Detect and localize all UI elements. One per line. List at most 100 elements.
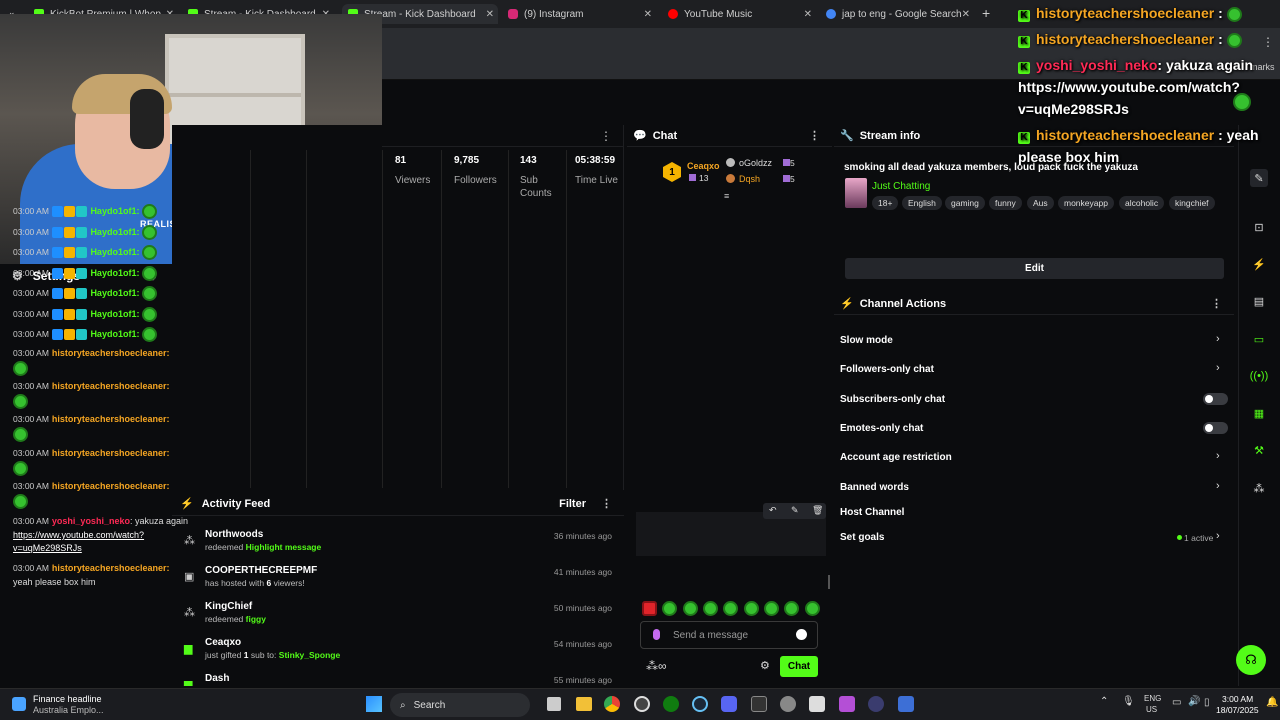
leader-2-name[interactable]: oGoldzz xyxy=(739,158,772,168)
emote-icon[interactable] xyxy=(723,601,739,617)
followers-only-item[interactable]: Followers-only chat xyxy=(840,364,934,375)
close-tab-icon[interactable]: ✕ xyxy=(804,9,812,20)
chevron-right-icon[interactable]: › xyxy=(1216,480,1220,492)
chat-username[interactable]: historyteachershoecleaner: xyxy=(52,381,170,391)
stats-menu-icon[interactable]: ⋮ xyxy=(600,129,612,143)
chat-username[interactable]: yoshi_yoshi_neko xyxy=(52,516,130,526)
chat-scrollbar[interactable] xyxy=(828,575,830,589)
tray-chevron-icon[interactable]: ⌃ xyxy=(1100,696,1108,707)
chat-username[interactable]: historyteachershoecleaner: xyxy=(52,563,170,573)
emotes-only-toggle[interactable] xyxy=(1203,422,1228,434)
discord-icon[interactable] xyxy=(721,696,737,712)
chat-icon[interactable]: ▭ xyxy=(1250,330,1268,348)
chevron-right-icon[interactable]: › xyxy=(1216,362,1220,374)
wrench-icon[interactable]: ⚒ xyxy=(1250,441,1268,459)
chevron-right-icon[interactable]: › xyxy=(1216,450,1220,462)
chrome-icon[interactable] xyxy=(604,696,620,712)
chat-link[interactable]: v=uqMe298SRJs xyxy=(13,543,82,553)
weather-icon[interactable] xyxy=(12,697,26,711)
category-link[interactable]: Just Chatting xyxy=(872,181,930,192)
emoji-icon[interactable] xyxy=(796,629,807,640)
chevron-right-icon[interactable]: › xyxy=(1216,530,1220,542)
app-icon[interactable] xyxy=(751,696,767,712)
emote-icon[interactable] xyxy=(662,601,678,617)
clock-time[interactable]: 3:00 AM xyxy=(1222,694,1253,704)
lang-primary[interactable]: ENG xyxy=(1144,694,1161,703)
edit-stream-button[interactable]: Edit xyxy=(845,258,1224,279)
close-tab-icon[interactable]: ✕ xyxy=(486,9,494,20)
tab-instagram[interactable]: (9) Instagram ✕ xyxy=(502,4,656,24)
tools-icon[interactable]: ⁂ xyxy=(1250,479,1268,497)
chat-menu-icon[interactable]: ⋮ xyxy=(809,129,820,142)
chat-username[interactable]: historyteachershoecleaner: xyxy=(52,448,170,458)
chat-message-input[interactable]: Send a message xyxy=(640,621,818,649)
more-menu-icon[interactable]: ⋮ xyxy=(1262,35,1274,49)
emote-icon[interactable] xyxy=(784,601,800,617)
app-icon[interactable] xyxy=(809,696,825,712)
notification-icon[interactable]: 🔔 xyxy=(1266,697,1278,708)
bolt-icon[interactable]: ⚡ xyxy=(1250,255,1268,273)
network-icon[interactable]: ▭ xyxy=(1172,697,1181,708)
pencil-icon[interactable]: ✎ xyxy=(1250,169,1268,187)
filter-button[interactable]: Filter xyxy=(559,498,586,510)
emote-icon[interactable] xyxy=(764,601,780,617)
reply-icon[interactable]: ↶ xyxy=(769,505,777,516)
slow-mode-item[interactable]: Slow mode xyxy=(840,335,893,346)
camera-icon[interactable]: ⊡ xyxy=(1250,218,1268,236)
xbox-icon[interactable] xyxy=(663,696,679,712)
emote-icon[interactable] xyxy=(642,601,657,617)
activity-user[interactable]: Dash xyxy=(205,673,229,684)
close-tab-icon[interactable]: ✕ xyxy=(962,9,970,20)
host-channel-item[interactable]: Host Channel xyxy=(840,507,904,518)
app-icon[interactable] xyxy=(868,696,884,712)
scroll-chevron-icon[interactable]: ≡ xyxy=(724,191,729,201)
news-title[interactable]: Finance headline xyxy=(33,694,102,704)
activity-user[interactable]: Ceaqxo xyxy=(205,637,241,648)
chat-username[interactable]: Haydo1of1: xyxy=(90,309,139,319)
chat-link[interactable]: https://www.youtube.com/watch? xyxy=(13,530,144,540)
leader-3-name[interactable]: Dqsh xyxy=(739,174,760,184)
task-view-icon[interactable] xyxy=(547,697,561,711)
chat-username[interactable]: Haydo1of1: xyxy=(90,268,139,278)
new-tab-icon[interactable]: + xyxy=(982,5,990,21)
banned-words-item[interactable]: Banned words xyxy=(840,482,909,493)
microphone-tray-icon[interactable]: 🎙 xyxy=(1122,696,1135,707)
start-windows-icon[interactable] xyxy=(366,696,382,712)
stack-icon[interactable]: ▦ xyxy=(1250,404,1268,422)
app-icon[interactable] xyxy=(898,696,914,712)
tab-google-search[interactable]: jap to eng - Google Search ✕ xyxy=(820,4,974,24)
send-chat-button[interactable]: Chat xyxy=(780,656,818,677)
activity-user[interactable]: Northwoods xyxy=(205,529,263,540)
broadcast-icon[interactable]: ((•)) xyxy=(1250,367,1269,385)
chat-username[interactable]: Haydo1of1: xyxy=(90,329,139,339)
chat-settings-gear-icon[interactable]: ⚙ xyxy=(760,659,770,672)
taskbar-search[interactable]: ⌕ Search xyxy=(390,693,530,717)
document-icon[interactable]: ▤ xyxy=(1250,292,1268,310)
microphone-icon[interactable] xyxy=(653,629,660,640)
close-tab-icon[interactable]: ✕ xyxy=(644,9,652,20)
chat-username[interactable]: historyteachershoecleaner: xyxy=(52,414,170,424)
set-goals-item[interactable]: Set goals xyxy=(840,532,884,543)
obs-icon[interactable] xyxy=(634,696,650,712)
battery-icon[interactable]: ▯ xyxy=(1204,697,1210,708)
chat-tools-icon[interactable]: ⁂∞ xyxy=(646,659,667,673)
chevron-right-icon[interactable]: › xyxy=(1216,333,1220,345)
emote-icon[interactable] xyxy=(743,601,759,617)
emote-icon[interactable] xyxy=(682,601,698,617)
file-explorer-icon[interactable] xyxy=(576,697,592,711)
chat-username[interactable]: historyteachershoecleaner: xyxy=(52,481,170,491)
pin-icon[interactable]: ✎ xyxy=(791,505,799,516)
chat-username[interactable]: Haydo1of1: xyxy=(90,206,139,216)
tab-youtube-music[interactable]: YouTube Music ✕ xyxy=(662,4,816,24)
account-age-item[interactable]: Account age restriction xyxy=(840,452,952,463)
subscribers-only-toggle[interactable] xyxy=(1203,393,1228,405)
activity-user[interactable]: COOPERTHECREEPMF xyxy=(205,565,317,576)
chat-username[interactable]: historyteachershoecleaner: xyxy=(52,348,170,358)
activity-user[interactable]: KingChief xyxy=(205,601,252,612)
settings-app-icon[interactable] xyxy=(780,696,796,712)
steam-icon[interactable] xyxy=(692,696,708,712)
channel-actions-menu-icon[interactable]: ⋮ xyxy=(1211,297,1222,310)
leader-1-name[interactable]: Ceaqxo xyxy=(687,161,720,171)
support-headset-icon[interactable]: ☊ xyxy=(1236,645,1266,675)
all-bookmarks-label[interactable]: marks xyxy=(1250,62,1275,72)
